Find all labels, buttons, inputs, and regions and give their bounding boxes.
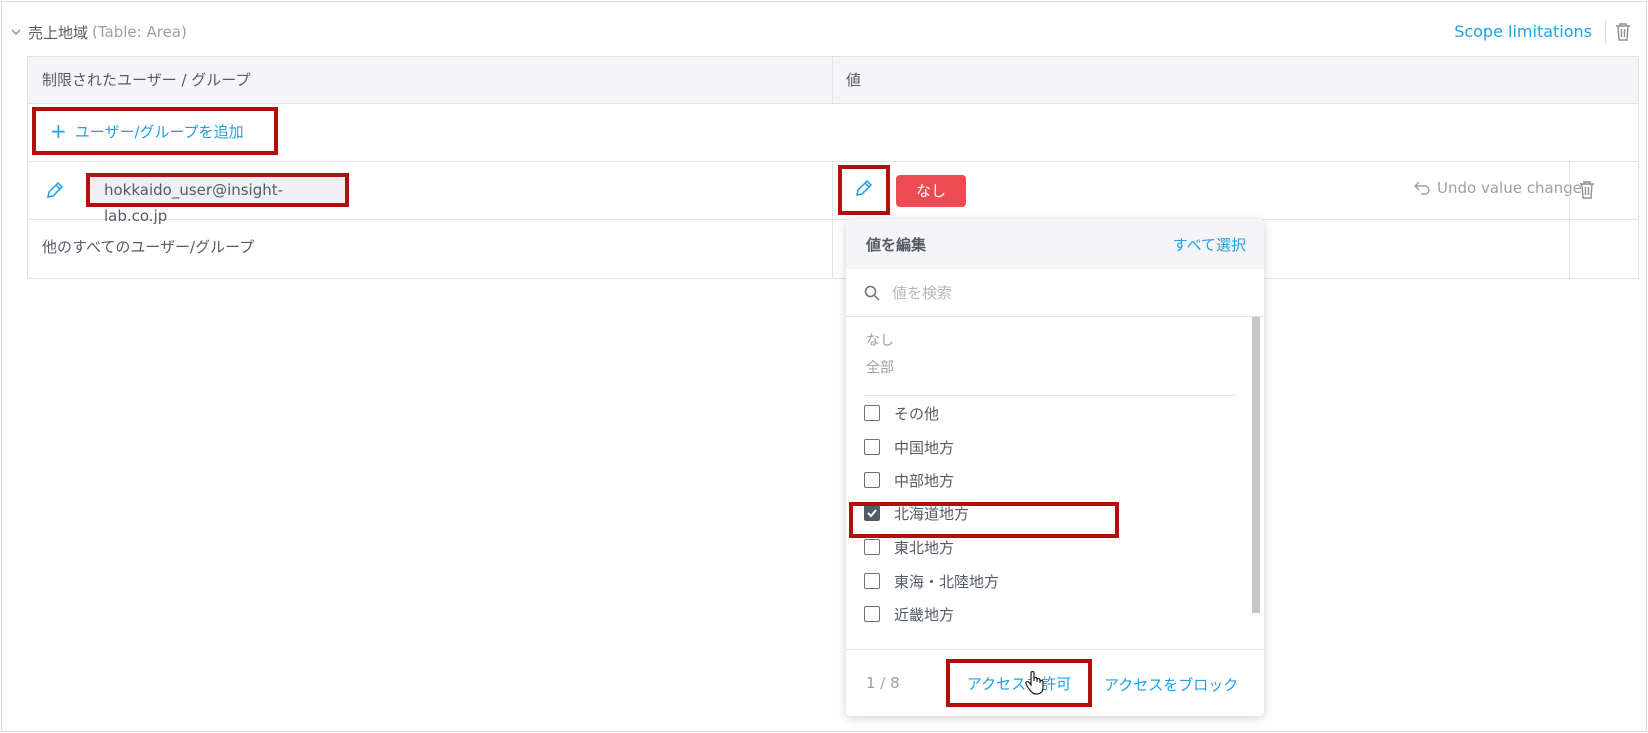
trash-icon[interactable] <box>1614 22 1632 42</box>
pencil-icon[interactable] <box>44 179 66 201</box>
header-value: 値 <box>846 71 862 89</box>
column-divider <box>1569 162 1570 219</box>
select-all-button[interactable]: すべて選択 <box>1173 234 1246 255</box>
scope-limitations-link[interactable]: Scope limitations <box>1454 22 1592 41</box>
list-item[interactable]: 東海・北陸地方 <box>864 567 999 595</box>
edit-value-button[interactable] <box>838 165 890 215</box>
restriction-table: 制限されたユーザー / グループ 値 + ユーザー/グループを追加 hokkai… <box>27 56 1639 279</box>
dropdown-footer: 1 / 8 アクセスを許可 アクセスをブロック <box>846 649 1264 716</box>
user-chip: hokkaido_user@insight-lab.co.jp <box>86 173 349 225</box>
list-item-label: 中国地方 <box>894 438 955 457</box>
hand-cursor-icon <box>1024 670 1046 696</box>
column-divider <box>1569 220 1570 278</box>
list-item-label: 近畿地方 <box>894 605 955 624</box>
block-access-button[interactable]: アクセスをブロック <box>1104 674 1238 695</box>
table-row: 他のすべてのユーザー/グループ <box>28 220 1638 278</box>
list-item-label: その他 <box>894 404 940 423</box>
option-none[interactable]: なし <box>866 330 894 350</box>
value-badge: なし <box>896 175 966 207</box>
header-divider <box>832 57 833 104</box>
checkbox[interactable] <box>864 573 880 589</box>
list-item[interactable]: 中部地方 <box>864 466 954 494</box>
table-row-add: + ユーザー/グループを追加 <box>28 104 1638 162</box>
list-item-label: 東海・北陸地方 <box>894 572 1000 591</box>
dropdown-header: 値を編集 すべて選択 <box>846 219 1264 269</box>
search-icon <box>864 285 880 301</box>
other-users-label: 他のすべてのユーザー/グループ <box>42 238 255 256</box>
list-item-label: 中部地方 <box>894 471 955 490</box>
section-subtitle: (Table: Area) <box>92 23 187 41</box>
header-restricted-users: 制限されたユーザー / グループ <box>42 71 251 89</box>
section-header[interactable]: 売上地域 (Table: Area) <box>8 20 187 44</box>
undo-value-change-button[interactable]: Undo value change <box>1413 179 1582 197</box>
scrollbar-thumb[interactable] <box>1252 317 1260 613</box>
column-divider <box>832 162 833 219</box>
list-item[interactable]: 近畿地方 <box>864 600 954 628</box>
section-title: 売上地域 <box>28 23 89 42</box>
highlight-checked-item <box>849 502 1119 538</box>
header-divider <box>1605 20 1606 44</box>
selection-count: 1 / 8 <box>866 674 900 692</box>
checkbox[interactable] <box>864 606 880 622</box>
search-bar <box>846 269 1264 317</box>
undo-label: Undo value change <box>1437 179 1582 197</box>
add-user-group-button[interactable]: + ユーザー/グループを追加 <box>32 107 278 155</box>
undo-icon <box>1414 181 1430 195</box>
checkbox[interactable] <box>864 439 880 455</box>
allow-access-label: アクセスを許可 <box>966 674 1072 693</box>
dropdown-title: 値を編集 <box>866 236 927 254</box>
list-item-label: 東北地方 <box>894 538 955 557</box>
trash-icon[interactable] <box>1578 180 1596 200</box>
chevron-down-icon[interactable] <box>8 24 24 40</box>
plus-icon: + <box>50 119 67 143</box>
list-divider <box>864 395 1236 396</box>
value-list: なし 全部 その他 中国地方 中部地方 北海道地方 東北地方 東海・北陸地方 近… <box>846 317 1264 639</box>
list-item[interactable]: 中国地方 <box>864 433 954 461</box>
checkbox[interactable] <box>864 405 880 421</box>
scrollbar[interactable] <box>1252 317 1260 639</box>
user-chip-label: hokkaido_user@insight-lab.co.jp <box>90 177 345 225</box>
pencil-icon <box>853 177 875 203</box>
column-divider <box>832 220 833 278</box>
checkbox[interactable] <box>864 472 880 488</box>
add-user-group-label: ユーザー/グループを追加 <box>74 122 244 141</box>
list-item[interactable]: その他 <box>864 399 939 427</box>
table-row: hokkaido_user@insight-lab.co.jp なし Undo … <box>28 162 1638 225</box>
option-all[interactable]: 全部 <box>866 357 894 377</box>
edit-value-dropdown: 値を編集 すべて選択 なし 全部 その他 中国地方 中部地方 北海道地方 <box>846 219 1264 716</box>
allow-access-button[interactable]: アクセスを許可 <box>946 659 1092 707</box>
table-header: 制限されたユーザー / グループ 値 <box>28 57 1638 104</box>
search-input[interactable] <box>892 283 1212 302</box>
checkbox[interactable] <box>864 539 880 555</box>
